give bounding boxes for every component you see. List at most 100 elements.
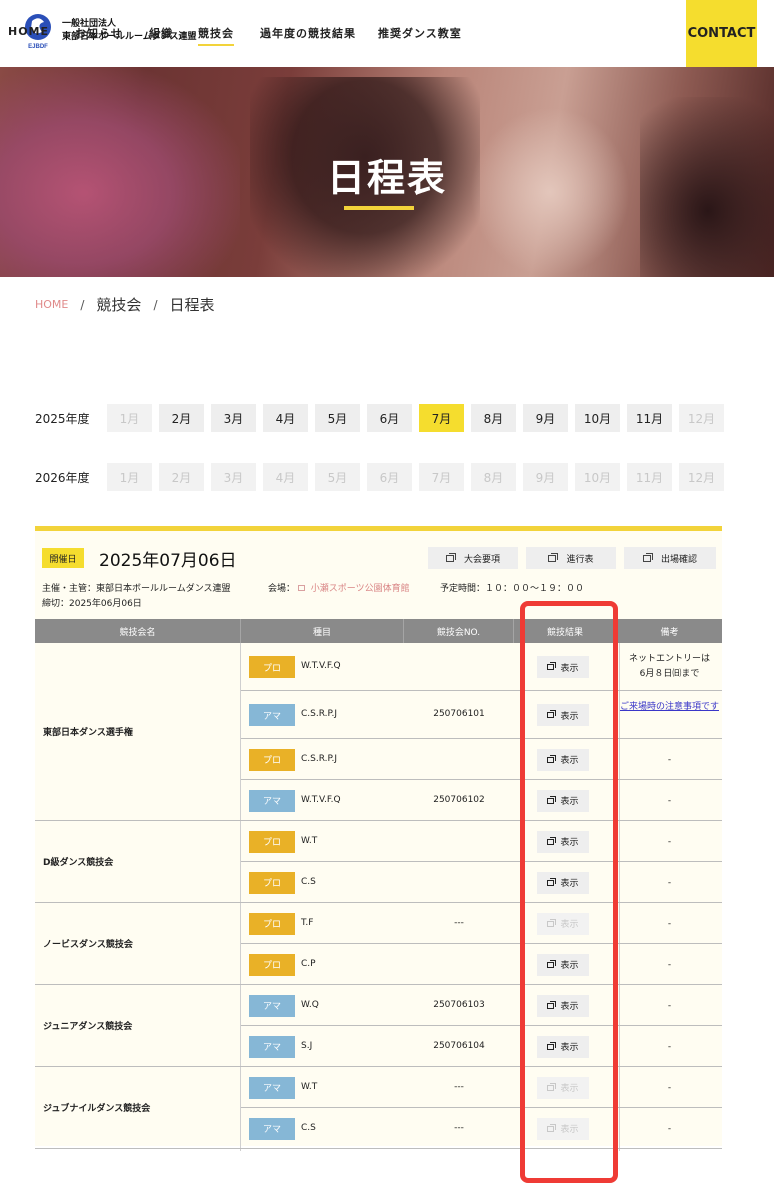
external-link-icon (547, 1041, 557, 1050)
deadline-info: 締切：2025年06月06日 (42, 599, 142, 609)
month-button[interactable]: 9月 (523, 404, 568, 432)
external-link-icon (547, 795, 557, 804)
visitor-notice-link[interactable]: ご来場時の注意事項です (620, 702, 719, 712)
competition-name: 東部日本ダンス選手権 (35, 643, 241, 821)
nav-item[interactable]: 競技会 (198, 25, 234, 46)
nav-item[interactable]: 過年度の競技結果 (260, 25, 356, 41)
result-view-button[interactable]: 表示 (537, 789, 589, 812)
result-view-button[interactable]: 表示 (537, 704, 589, 726)
event-date: 2025年07月06日 (99, 551, 237, 571)
month-button: 3月 (211, 463, 256, 491)
external-link-icon (297, 585, 305, 591)
breadcrumb-home[interactable]: HOME (35, 298, 68, 311)
result-view-label: 表示 (560, 838, 579, 848)
remarks: - (667, 959, 672, 970)
dance-events: W.T (301, 1081, 318, 1092)
external-link-icon (547, 1082, 557, 1091)
venue-link[interactable]: 小瀬スポーツ公園体育館 (311, 584, 410, 594)
result-view-button: 表示 (537, 1076, 589, 1099)
category-tag: アマ (249, 1035, 295, 1058)
external-link-icon (547, 959, 557, 968)
organizer-info: 主催・主管：東部日本ボールルームダンス連盟 (42, 584, 231, 594)
result-view-label: 表示 (560, 1084, 579, 1094)
month-button[interactable]: 7月 (419, 404, 464, 432)
month-button[interactable]: 2月 (159, 404, 204, 432)
competition-number: 250706101 (433, 709, 485, 719)
result-view-button[interactable]: 表示 (537, 994, 589, 1017)
result-view-button[interactable]: 表示 (537, 748, 589, 771)
month-button[interactable]: 5月 (315, 404, 360, 432)
competition-number: 250706104 (433, 1040, 485, 1051)
external-link-icon (547, 662, 557, 670)
nav-item[interactable]: 組織 (149, 25, 173, 41)
month-button[interactable]: 3月 (211, 404, 256, 432)
svg-text:EJBDF: EJBDF (28, 44, 48, 50)
external-link-icon (547, 1123, 557, 1132)
dance-events: C.S.R.P.J (301, 709, 338, 719)
result-view-button[interactable]: 表示 (537, 953, 589, 976)
remarks: - (667, 795, 672, 806)
result-view-label: 表示 (560, 663, 579, 674)
event-panel: 開催日 2025年07月06日 大会要項 進行表 出場確認 主催・主管：東部日本… (35, 526, 722, 1151)
table-row: プロ C.S 表示 - (241, 862, 722, 903)
schedule-button[interactable]: 進行表 (526, 547, 616, 569)
external-link-icon (445, 552, 456, 562)
month-button: 4月 (263, 463, 308, 491)
table-row: アマ S.J 250706104 表示 - (241, 1026, 722, 1067)
category-tag: プロ (249, 656, 295, 678)
month-button[interactable]: 8月 (471, 404, 516, 432)
time-info: 予定時間：１０：００〜１９：００ (440, 584, 585, 594)
nav-item[interactable]: HOME (8, 25, 49, 38)
breadcrumb-separator: / (153, 297, 158, 312)
entry-check-button[interactable]: 出場確認 (624, 547, 716, 569)
remarks: ご来場時の注意事項です (617, 700, 722, 715)
breadcrumb-current: 日程表 (169, 296, 215, 314)
year-row-2026: 2026年度 1月 2月 3月 4月 5月 6月 7月 8月 9月 10月 11月 12月 (35, 463, 731, 491)
month-button[interactable]: 4月 (263, 404, 308, 432)
date-badge: 開催日 (42, 548, 84, 568)
external-link-icon (642, 552, 653, 562)
external-link-icon (547, 754, 557, 763)
dance-events: S.J (301, 1040, 313, 1051)
month-button: 5月 (315, 463, 360, 491)
result-view-button[interactable]: 表示 (537, 1035, 589, 1058)
month-button: 7月 (419, 463, 464, 491)
guidelines-button[interactable]: 大会要項 (428, 547, 518, 569)
nav-item[interactable]: 推奨ダンス教室 (378, 25, 462, 41)
external-link-icon (547, 877, 557, 886)
dance-events: W.T (301, 835, 318, 846)
remarks: - (667, 1082, 672, 1093)
result-view-label: 表示 (560, 756, 579, 766)
table-row: アマ W.T.V.F.Q 250706102 表示 - (241, 780, 722, 821)
result-view-label: 表示 (560, 1002, 579, 1012)
competition-number: --- (454, 917, 464, 928)
competition-number: 250706102 (433, 794, 485, 805)
venue-info: 会場： 小瀬スポーツ公園体育館 (268, 581, 410, 594)
nav-item[interactable]: お知らせ (75, 25, 123, 41)
breadcrumb-competitions[interactable]: 競技会 (96, 294, 141, 315)
month-button[interactable]: 6月 (367, 404, 412, 432)
year-row-2025: 2025年度 1月 2月 3月 4月 5月 6月 7月 8月 9月 10月 11月 12月 (35, 404, 731, 432)
month-button[interactable]: 11月 (627, 404, 672, 432)
dance-events: W.Q (301, 999, 319, 1010)
table-row: アマ W.Q 250706103 表示 - (241, 985, 722, 1026)
result-view-button[interactable]: 表示 (537, 830, 589, 853)
month-button: 12月 (679, 404, 724, 432)
contact-button[interactable]: CONTACT (686, 0, 757, 67)
result-view-button[interactable]: 表示 (537, 871, 589, 894)
column-header: 競技結果 (514, 619, 617, 643)
month-button: 8月 (471, 463, 516, 491)
category-tag: アマ (249, 1117, 295, 1140)
month-button: 6月 (367, 463, 412, 491)
month-button[interactable]: 10月 (575, 404, 620, 432)
dance-events: W.T.V.F.Q (301, 794, 341, 805)
result-view-label: 表示 (560, 1043, 579, 1053)
column-header: 競技会名 (35, 619, 241, 643)
result-view-label: 表示 (560, 1125, 579, 1135)
result-view-button[interactable]: 表示 (537, 656, 589, 678)
result-view-label: 表示 (560, 711, 579, 722)
table-row: プロ W.T 表示 - (241, 821, 722, 862)
result-view-label: 表示 (560, 797, 579, 807)
column-header: 備考 (660, 627, 679, 638)
result-view-label: 表示 (560, 961, 579, 971)
